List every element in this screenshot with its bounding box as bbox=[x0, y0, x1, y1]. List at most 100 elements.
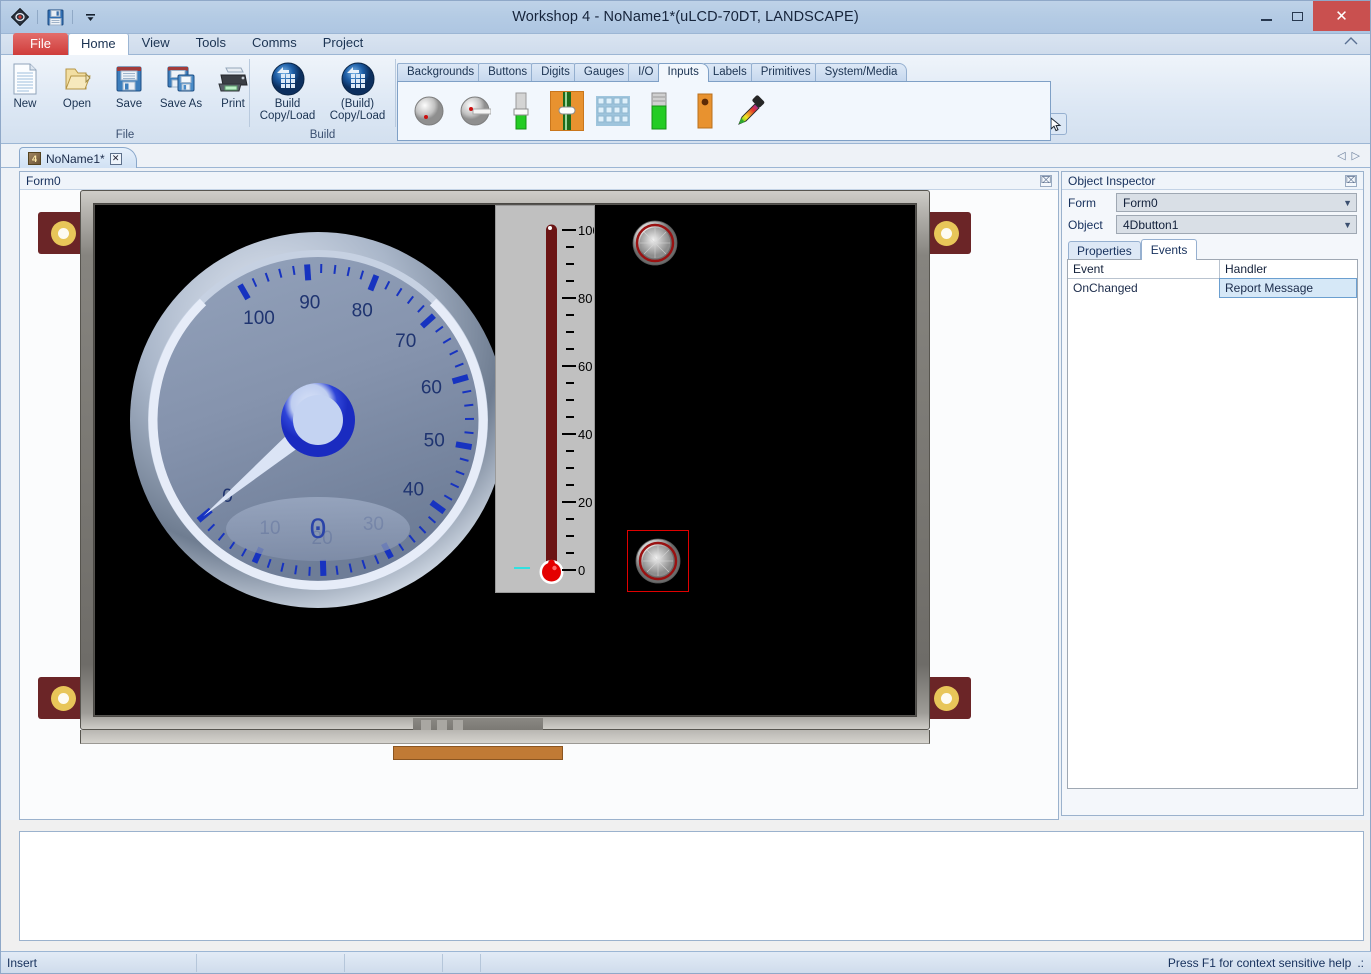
lcd-module: 0102030405060708090100 0 bbox=[38, 190, 971, 760]
palette-tab-primitives[interactable]: Primitives bbox=[751, 63, 821, 81]
vertical-fader-icon bbox=[650, 92, 668, 130]
palette-item-track-input[interactable] bbox=[688, 91, 722, 131]
tab-nav-next-icon[interactable]: ▷ bbox=[1352, 149, 1360, 162]
maximize-icon bbox=[1292, 12, 1303, 21]
rotary-knob-plain-icon bbox=[413, 95, 445, 127]
status-cell-4 bbox=[443, 954, 481, 972]
open-button-label: Open bbox=[63, 98, 91, 110]
maximize-button[interactable] bbox=[1282, 1, 1313, 31]
module-ribbon-cable bbox=[393, 746, 563, 760]
mount-hole-icon bbox=[51, 686, 76, 711]
open-button[interactable]: Open bbox=[51, 60, 103, 112]
ribbon-group-build-label: Build bbox=[310, 129, 336, 144]
ribbon-group-file: New Open bbox=[1, 55, 249, 144]
ribbon: New Open bbox=[1, 55, 1370, 144]
object-select[interactable]: 4Dbutton1 ▼ bbox=[1116, 215, 1357, 234]
selection-rectangle bbox=[627, 530, 689, 592]
build-copy-load-label: Build Copy/Load bbox=[260, 98, 316, 122]
form-select[interactable]: Form0 ▼ bbox=[1116, 193, 1357, 212]
document-tab-noname1[interactable]: 4 NoName1* ✕ bbox=[19, 147, 137, 169]
output-pane[interactable] bbox=[19, 831, 1364, 941]
palette-tab-backgrounds[interactable]: Backgrounds bbox=[397, 63, 484, 81]
palette-item-slider-handle[interactable] bbox=[550, 91, 584, 131]
menu-item-project[interactable]: Project bbox=[310, 32, 376, 54]
module-base bbox=[80, 730, 930, 744]
print-button-label: Print bbox=[221, 98, 245, 110]
project-file-icon: 4 bbox=[28, 152, 41, 165]
events-grid-header: Event Handler bbox=[1068, 260, 1357, 279]
resize-grip-icon[interactable]: .: bbox=[1357, 956, 1364, 970]
design-pane: Form0 ⌧ bbox=[19, 171, 1059, 820]
build-copy-load-alt-button[interactable]: (Build) Copy/Load bbox=[323, 60, 393, 124]
ribbon-group-build: Build Copy/Load bbox=[250, 55, 395, 144]
palette-item-vertical-slider[interactable] bbox=[504, 91, 538, 131]
document-tab-label: NoName1* bbox=[46, 152, 105, 166]
new-button[interactable]: New bbox=[0, 60, 51, 112]
status-cell-5 bbox=[481, 954, 721, 972]
menu-item-view[interactable]: View bbox=[129, 32, 183, 54]
document-tab-row: 4 NoName1* ✕ ◁ ▷ bbox=[1, 144, 1370, 168]
save-as-button-label: Save As bbox=[160, 98, 202, 110]
status-cell-insert: Insert bbox=[1, 954, 197, 972]
palette-item-rotary-knob-slot[interactable] bbox=[458, 91, 492, 131]
event-handler-cell[interactable]: Report Message bbox=[1219, 278, 1357, 298]
save-button[interactable]: Save bbox=[103, 60, 155, 112]
design-pane-close-icon[interactable]: ⌧ bbox=[1040, 175, 1052, 187]
svg-text:100: 100 bbox=[243, 308, 275, 329]
object-palette: Backgrounds Buttons Digits Gauges I/O In… bbox=[397, 59, 1051, 141]
close-button[interactable]: ✕ bbox=[1313, 1, 1370, 31]
ribbon-group-divider-2 bbox=[395, 59, 396, 127]
svg-text:60: 60 bbox=[421, 378, 442, 399]
color-picker-icon bbox=[734, 94, 768, 128]
svg-text:40: 40 bbox=[578, 427, 592, 442]
palette-tab-buttons[interactable]: Buttons bbox=[478, 63, 537, 81]
inspector-header: Object Inspector ⌧ bbox=[1062, 172, 1363, 190]
thermometer-gauge[interactable]: 020406080100 bbox=[495, 205, 595, 593]
tab-properties[interactable]: Properties bbox=[1068, 241, 1141, 260]
inspector-close-icon[interactable]: ⌧ bbox=[1345, 175, 1357, 187]
form-select-value: Form0 bbox=[1123, 196, 1158, 210]
ribbon-group-file-label: File bbox=[116, 129, 135, 144]
menu-item-file[interactable]: File bbox=[13, 33, 68, 55]
save-as-button[interactable]: Save As bbox=[155, 60, 207, 112]
build-copy-load-line2: Copy/Load bbox=[260, 110, 316, 122]
rotary-knob-1[interactable] bbox=[632, 220, 678, 266]
status-help: Press F1 for context sensitive help .: bbox=[1168, 956, 1371, 970]
palette-item-color-picker[interactable] bbox=[734, 91, 768, 131]
close-icon: ✕ bbox=[1335, 9, 1348, 24]
events-grid: Event Handler OnChanged Report Message bbox=[1067, 259, 1358, 789]
analog-meter-gauge[interactable]: 0102030405060708090100 0 bbox=[123, 225, 513, 615]
home-icon[interactable] bbox=[1344, 36, 1358, 51]
floppy-save-as-icon bbox=[166, 62, 196, 96]
new-button-label: New bbox=[13, 98, 36, 110]
menu-item-tools[interactable]: Tools bbox=[183, 32, 239, 54]
menu-item-home[interactable]: Home bbox=[68, 33, 129, 55]
design-canvas[interactable]: 0102030405060708090100 0 bbox=[95, 205, 915, 715]
event-name-cell: OnChanged bbox=[1068, 279, 1220, 298]
design-pane-title: Form0 bbox=[26, 174, 61, 188]
document-tab-nav: ◁ ▷ bbox=[1337, 149, 1360, 162]
palette-tab-digits[interactable]: Digits bbox=[531, 63, 580, 81]
palette-item-keyboard-matrix[interactable] bbox=[596, 91, 630, 131]
svg-text:50: 50 bbox=[424, 431, 445, 452]
document-tab-close-icon[interactable]: ✕ bbox=[110, 153, 122, 165]
rotary-knob-slot-icon bbox=[459, 95, 491, 127]
build-copy-load-button[interactable]: Build Copy/Load bbox=[253, 60, 323, 124]
vertical-slider-icon bbox=[513, 92, 529, 130]
palette-item-rotary-knob-plain[interactable] bbox=[412, 91, 446, 131]
status-help-text: Press F1 for context sensitive help bbox=[1168, 956, 1351, 970]
svg-text:0: 0 bbox=[309, 514, 327, 548]
palette-item-vertical-fader[interactable] bbox=[642, 91, 676, 131]
palette-tab-inputs[interactable]: Inputs bbox=[658, 63, 709, 82]
tab-events[interactable]: Events bbox=[1141, 239, 1198, 260]
tab-nav-prev-icon[interactable]: ◁ bbox=[1337, 149, 1345, 162]
menu-item-comms[interactable]: Comms bbox=[239, 32, 310, 54]
table-row[interactable]: OnChanged Report Message bbox=[1068, 279, 1357, 298]
palette-tab-system-media[interactable]: System/Media bbox=[815, 63, 908, 81]
minimize-button[interactable] bbox=[1251, 1, 1282, 31]
build-copy-load-alt-line1: (Build) bbox=[341, 98, 374, 110]
new-document-icon bbox=[11, 62, 39, 96]
palette-tab-labels[interactable]: Labels bbox=[703, 63, 757, 81]
svg-text:0: 0 bbox=[578, 563, 585, 578]
palette-tab-gauges[interactable]: Gauges bbox=[574, 63, 634, 81]
